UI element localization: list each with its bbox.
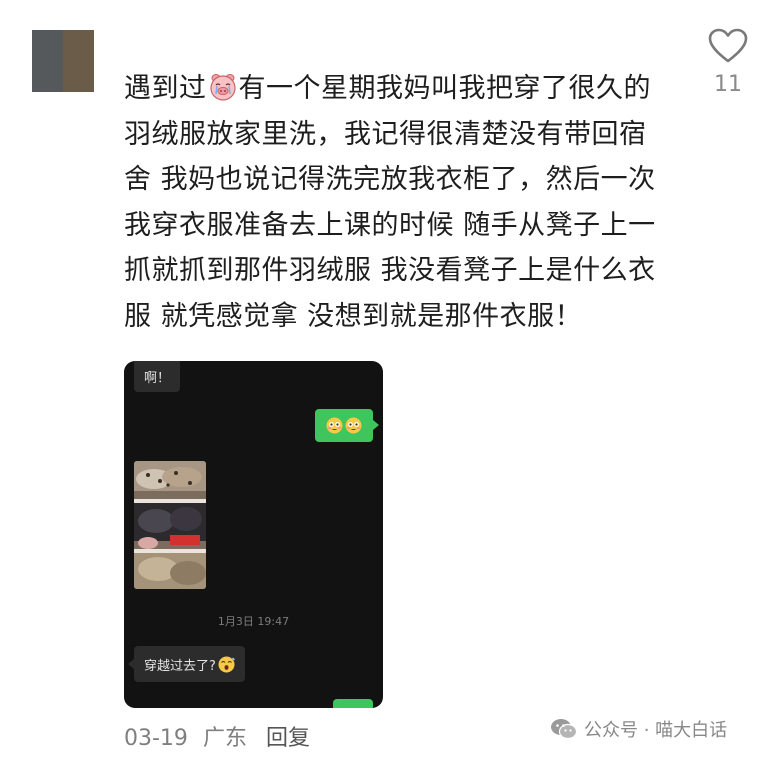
comment-location: 广东 [202,726,247,751]
watermark: 公众号 · 喵大白话 [550,716,727,742]
chat-message-text: 穿越过去了? [144,658,216,674]
comment-text-rest: 有一个星期我妈叫我把穿了很久的羽绒服放家里洗，我记得很清楚没有带回宿舍 我妈也说… [124,73,656,332]
chat-screenshot[interactable]: 啊！ 1月3日 19:47 穿越过去了? [124,361,383,708]
comment-meta: 03-19 广东 回复 [124,720,318,752]
comment-text-start: 遇到过 [124,73,207,104]
heart-icon [708,28,748,63]
watermark-text: 公众号 · 喵大白话 [584,720,728,741]
shocked-face-icon [218,656,235,673]
reply-button[interactable]: 回复 [266,726,310,751]
comment-text: 遇到过 有一个星期我妈叫我把穿了很久的羽绒服放家里洗，我记得很清楚没有带回宿舍 … [124,66,664,340]
flushed-face-icon [326,417,343,434]
comment-date: 03-19 [124,726,188,751]
chat-message-sent [315,409,379,442]
like-count: 11 [714,72,742,97]
crying-pig-emoji-icon [208,71,238,101]
chat-message-received: 穿越过去了? [128,646,245,682]
chat-timestamp: 1月3日 19:47 [217,615,290,628]
chat-message-received: 啊！ [134,361,181,392]
like-button[interactable]: 11 [700,28,756,97]
wechat-icon [551,719,578,740]
flushed-face-icon [345,417,362,434]
avatar[interactable] [32,30,94,92]
clothes-photo[interactable] [134,461,206,589]
chat-message-sent-partial [333,699,373,708]
